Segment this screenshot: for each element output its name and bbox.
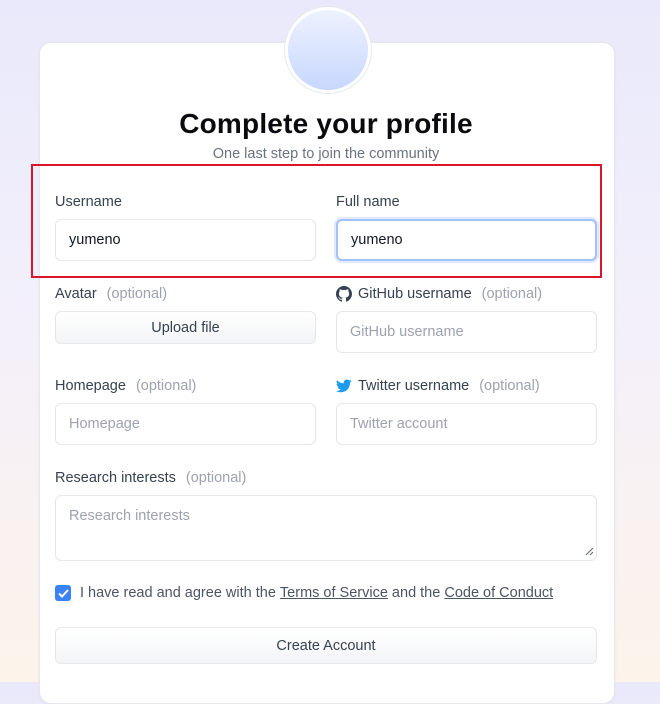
homepage-input[interactable] (55, 403, 316, 445)
terms-row: I have read and agree with the Terms of … (55, 585, 553, 601)
research-textarea[interactable] (55, 495, 597, 561)
check-icon (57, 588, 69, 598)
twitter-label: Twitter username (optional) (336, 378, 540, 394)
create-account-button[interactable]: Create Account (55, 627, 597, 664)
github-icon (336, 286, 352, 302)
github-label: GitHub username (optional) (336, 286, 542, 302)
homepage-label: Homepage (optional) (55, 378, 197, 394)
page-title: Complete your profile (179, 108, 473, 139)
twitter-input[interactable] (336, 403, 597, 445)
profile-card (39, 42, 615, 704)
page-subtitle: One last step to join the community (212, 146, 440, 162)
twitter-icon (336, 379, 352, 393)
terms-middle: and the (387, 585, 445, 601)
username-label: Username (55, 194, 122, 210)
resize-grip-icon[interactable] (584, 546, 594, 556)
upload-file-button[interactable]: Upload file (55, 311, 316, 344)
fullname-input[interactable] (336, 219, 597, 261)
terms-of-service-link[interactable]: Terms of Service (280, 585, 388, 601)
avatar-preview (285, 7, 371, 93)
terms-prefix: I have read and agree with the (80, 585, 280, 601)
code-of-conduct-link[interactable]: Code of Conduct (444, 585, 553, 601)
fullname-label: Full name (336, 194, 400, 210)
username-input[interactable] (55, 219, 316, 261)
terms-checkbox[interactable] (55, 585, 71, 601)
github-input[interactable] (336, 311, 597, 353)
avatar-label: Avatar (optional) (55, 286, 168, 302)
research-label: Research interests (optional) (55, 470, 247, 486)
